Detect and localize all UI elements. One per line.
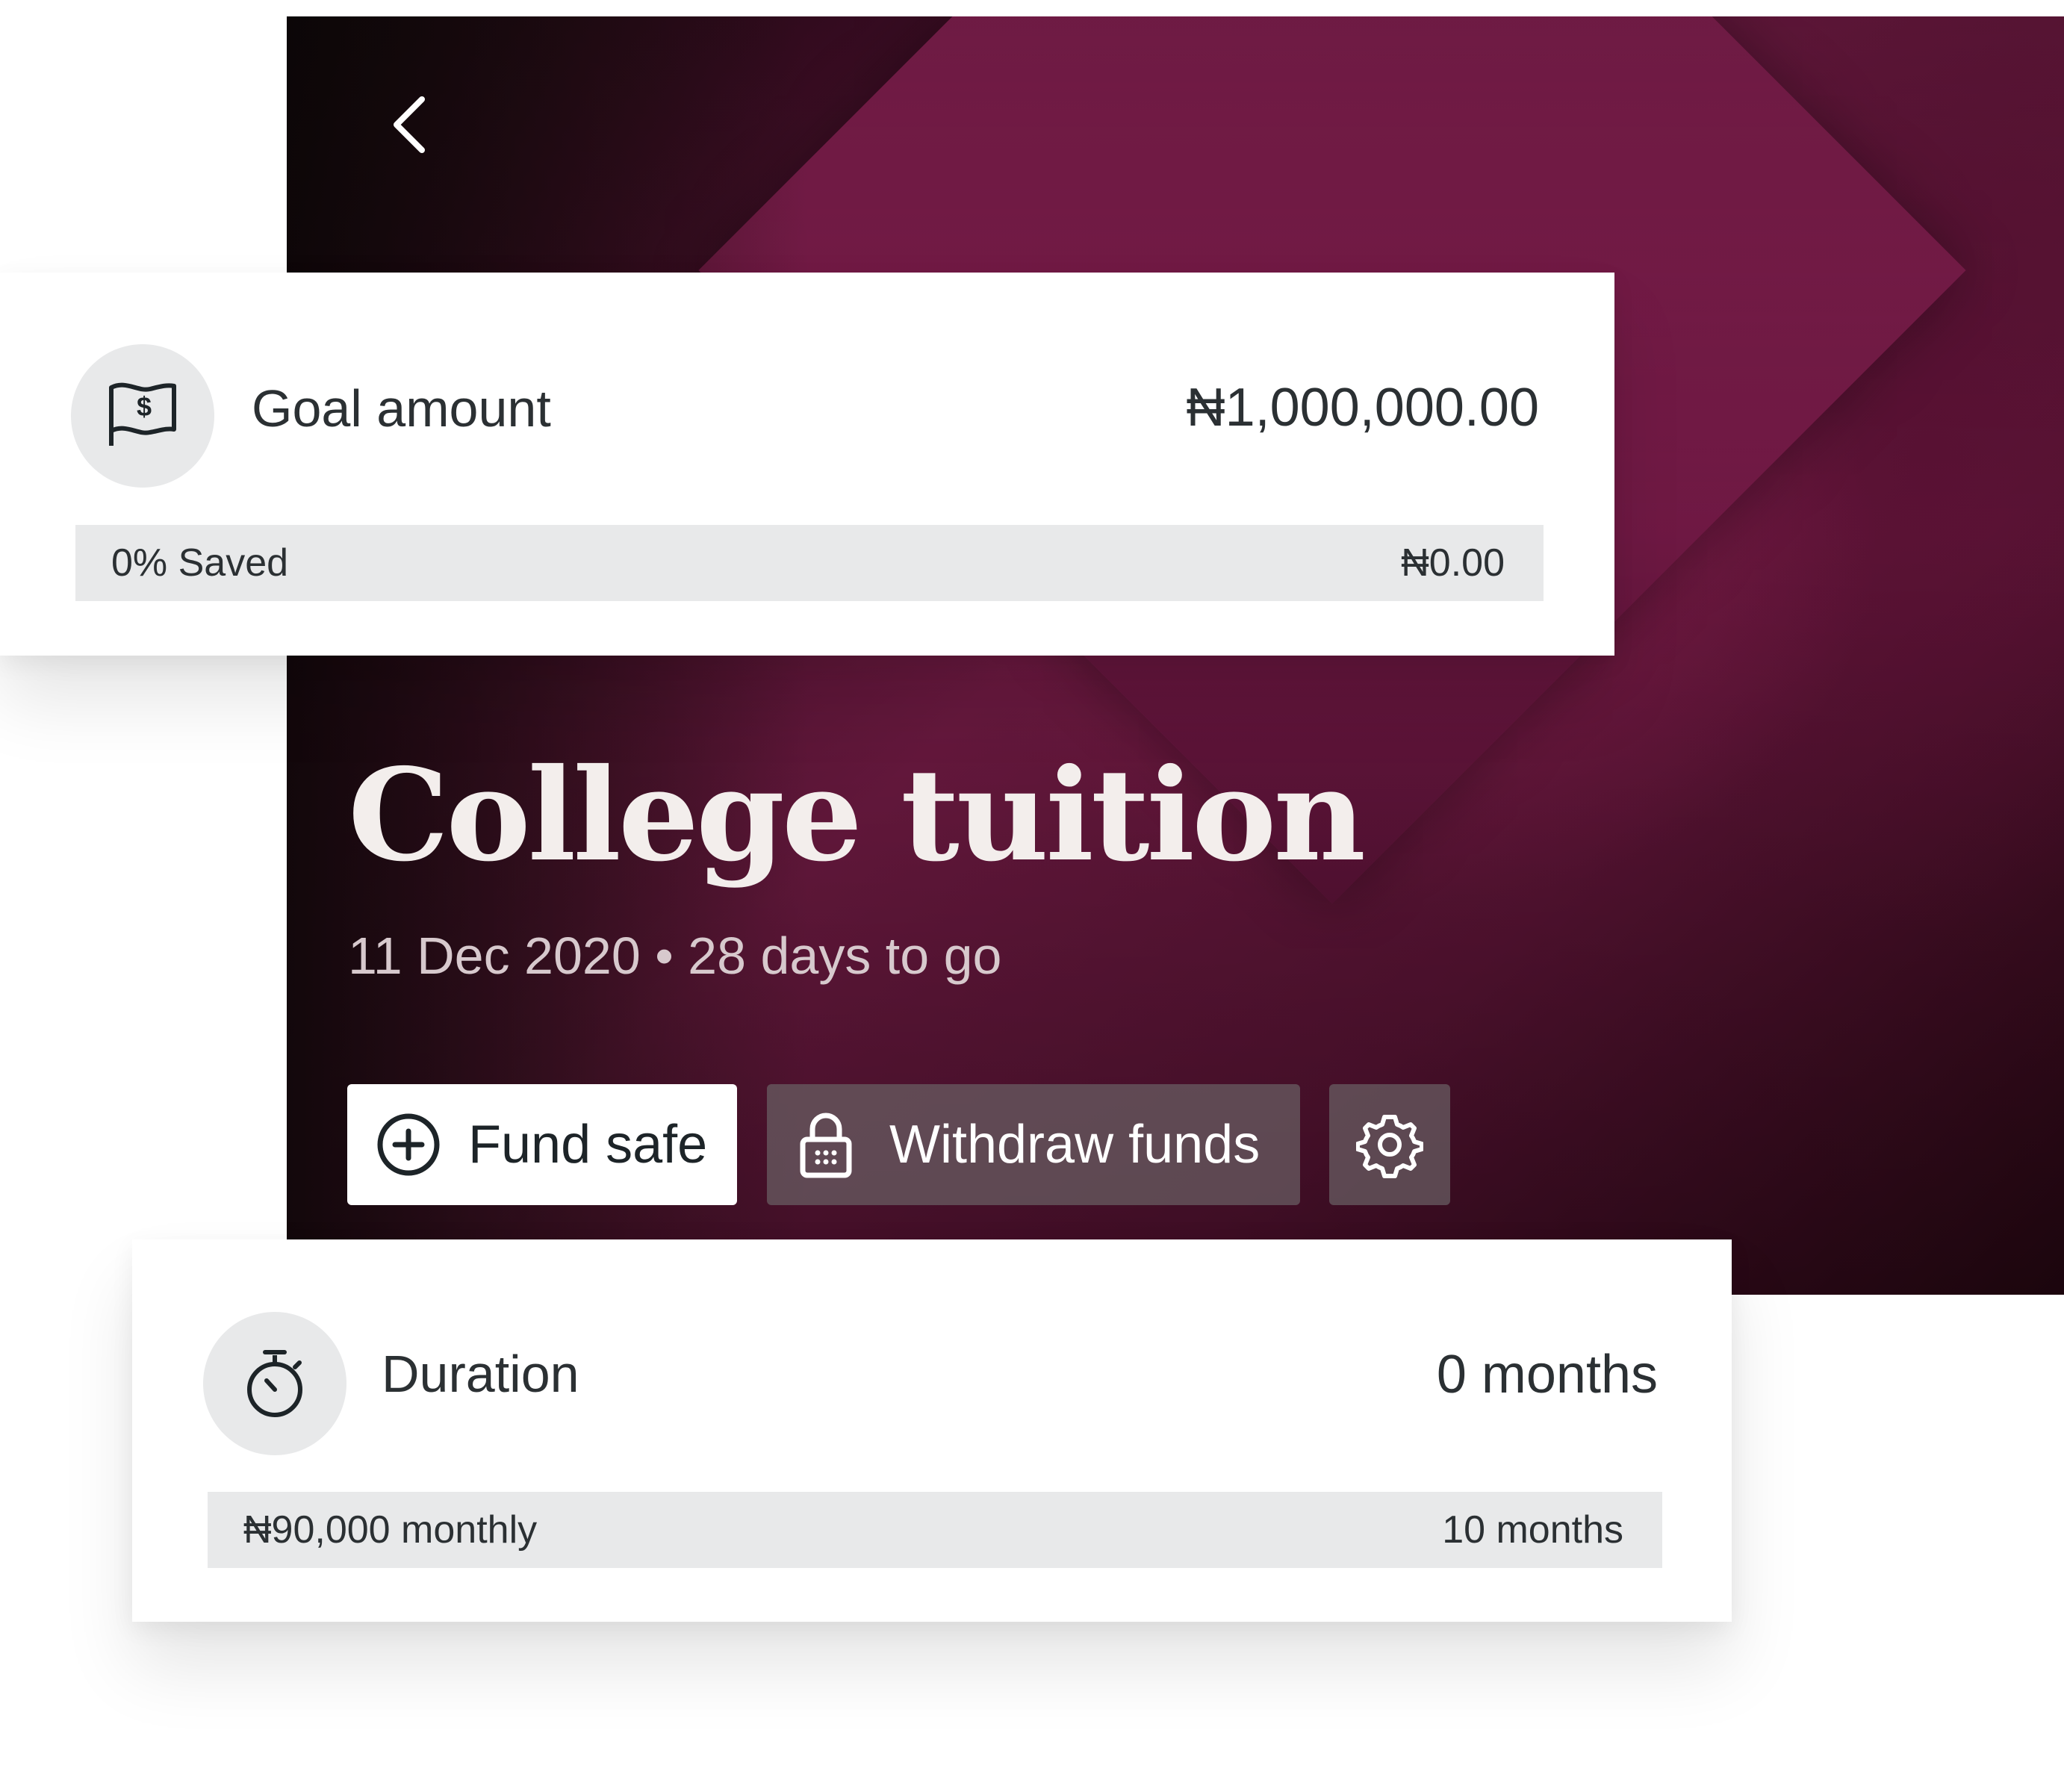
withdraw-funds-label: Withdraw funds xyxy=(889,1115,1261,1175)
total-months: 10 months xyxy=(1442,1508,1623,1552)
saved-amount: ₦0.00 xyxy=(1401,541,1505,585)
duration-info-bar: ₦90,000 monthly 10 months xyxy=(208,1492,1662,1568)
stopwatch-icon xyxy=(203,1312,346,1455)
goal-amount-value: ₦1,000,000.00 xyxy=(1186,378,1539,438)
goal-date-subtitle: 11 Dec 2020 • 28 days to go xyxy=(348,927,1002,985)
lock-icon xyxy=(800,1111,852,1178)
duration-label: Duration xyxy=(382,1345,579,1403)
gear-icon xyxy=(1356,1111,1423,1178)
duration-value: 0 months xyxy=(1436,1345,1658,1404)
fund-safe-label: Fund safe xyxy=(468,1115,708,1175)
hero-banner: College tuition 11 Dec 2020 • 28 days to… xyxy=(287,16,2064,1295)
saved-percent: 0% Saved xyxy=(111,541,289,585)
savings-progress-bar: 0% Saved ₦0.00 xyxy=(75,525,1544,601)
fund-safe-button[interactable]: Fund safe xyxy=(347,1084,737,1205)
settings-button[interactable] xyxy=(1329,1084,1450,1205)
svg-text:$: $ xyxy=(137,391,152,422)
goal-amount-card: $ Goal amount ₦1,000,000.00 0% Saved ₦0.… xyxy=(0,273,1614,656)
chevron-left-icon xyxy=(388,93,432,156)
monthly-contribution: ₦90,000 monthly xyxy=(243,1508,538,1552)
money-flag-icon: $ xyxy=(71,344,214,488)
page-title: College tuition xyxy=(348,741,1366,890)
withdraw-funds-button[interactable]: Withdraw funds xyxy=(767,1084,1300,1205)
back-button[interactable] xyxy=(376,91,444,158)
goal-amount-label: Goal amount xyxy=(252,379,551,438)
duration-card: Duration 0 months ₦90,000 monthly 10 mon… xyxy=(132,1239,1732,1622)
plus-circle-icon xyxy=(376,1112,441,1177)
